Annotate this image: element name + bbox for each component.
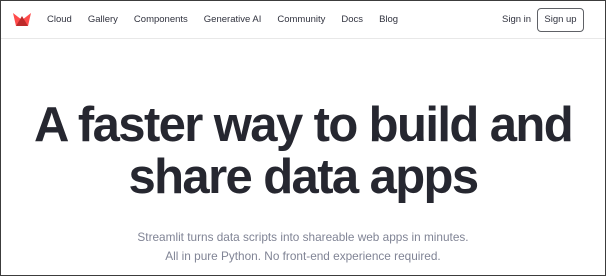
streamlit-logo-icon[interactable] <box>12 11 32 27</box>
hero-title-line-1: A faster way to build and <box>33 98 574 152</box>
sign-up-button[interactable]: Sign up <box>537 8 584 32</box>
nav-link-components[interactable]: Components <box>134 14 188 26</box>
browser-frame: Cloud Gallery Components Generative AI C… <box>0 0 606 276</box>
nav-link-gallery[interactable]: Gallery <box>88 14 118 26</box>
hero-title-line-2: share data apps <box>128 150 479 204</box>
nav-links: Cloud Gallery Components Generative AI C… <box>47 14 414 26</box>
hero-title: A faster way to build and share data app… <box>1 99 605 203</box>
hero-subtitle-line-1: Streamlit turns data scripts into sharea… <box>137 230 469 244</box>
nav-link-docs[interactable]: Docs <box>341 14 363 26</box>
hero-subtitle-line-2: All in pure Python. No front-end experie… <box>165 249 441 263</box>
nav-link-blog[interactable]: Blog <box>379 14 398 26</box>
hero-subtitle: Streamlit turns data scripts into sharea… <box>1 228 605 266</box>
top-navigation-bar: Cloud Gallery Components Generative AI C… <box>1 1 605 39</box>
nav-link-community[interactable]: Community <box>277 14 325 26</box>
nav-link-generative-ai[interactable]: Generative AI <box>204 14 262 26</box>
sign-in-link[interactable]: Sign in <box>502 14 531 26</box>
nav-link-cloud[interactable]: Cloud <box>47 14 72 26</box>
